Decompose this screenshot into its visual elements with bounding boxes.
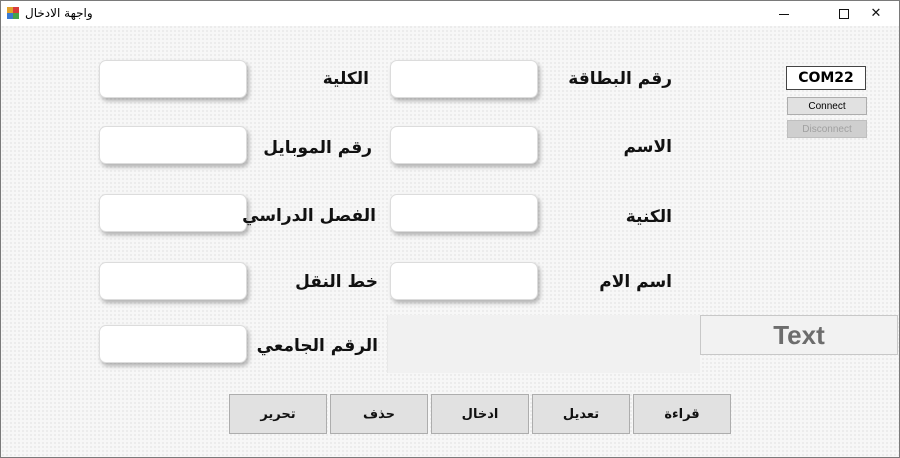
minimize-icon (779, 14, 789, 15)
card-number-label: رقم البطاقة (568, 69, 672, 89)
surname-label: الكنية (625, 207, 672, 227)
transport-line-input[interactable] (100, 263, 246, 299)
title-bar[interactable]: واجهة الادخال ✕ (1, 1, 899, 26)
release-button[interactable]: تحرير (229, 394, 327, 434)
semester-label: الفصل الدراسي (242, 206, 376, 226)
mobile-input[interactable] (100, 127, 246, 163)
mother-name-input[interactable] (391, 263, 537, 299)
semester-field[interactable] (99, 194, 247, 232)
minimize-button[interactable] (761, 1, 807, 26)
mother-name-label: اسم الام (599, 272, 672, 292)
connect-button[interactable]: Connect (787, 97, 867, 115)
maximize-icon (839, 8, 849, 19)
close-icon: ✕ (870, 6, 882, 21)
mobile-label: رقم الموبايل (263, 138, 372, 158)
info-panel (387, 315, 700, 373)
close-button[interactable]: ✕ (853, 1, 899, 26)
card-number-field[interactable] (390, 60, 538, 98)
name-label: الاسم (623, 137, 672, 157)
com-port-display: COM22 (786, 66, 866, 90)
delete-button[interactable]: حذف (330, 394, 428, 434)
university-number-input[interactable] (100, 326, 246, 362)
mobile-field[interactable] (99, 126, 247, 164)
university-number-field[interactable] (99, 325, 247, 363)
university-number-label: الرقم الجامعي (256, 336, 378, 356)
college-input[interactable] (100, 61, 246, 97)
read-button[interactable]: قراءة (633, 394, 731, 434)
surname-input[interactable] (391, 195, 537, 231)
college-label: الكلية (322, 69, 369, 89)
surname-field[interactable] (390, 194, 538, 232)
edit-button[interactable]: تعديل (532, 394, 630, 434)
main-window: واجهة الادخال ✕ رقم البطاقة الاسم الكنية… (0, 0, 900, 458)
transport-line-field[interactable] (99, 262, 247, 300)
app-icon (7, 7, 19, 19)
text-display: Text (700, 315, 898, 355)
mother-name-field[interactable] (390, 262, 538, 300)
college-field[interactable] (99, 60, 247, 98)
disconnect-button[interactable]: Disconnect (787, 120, 867, 138)
insert-button[interactable]: ادخال (431, 394, 529, 434)
card-number-input[interactable] (391, 61, 537, 97)
semester-input[interactable] (100, 195, 246, 231)
name-input[interactable] (391, 127, 537, 163)
window-title: واجهة الادخال (25, 6, 93, 20)
name-field[interactable] (390, 126, 538, 164)
transport-line-label: خط النقل (295, 272, 378, 292)
